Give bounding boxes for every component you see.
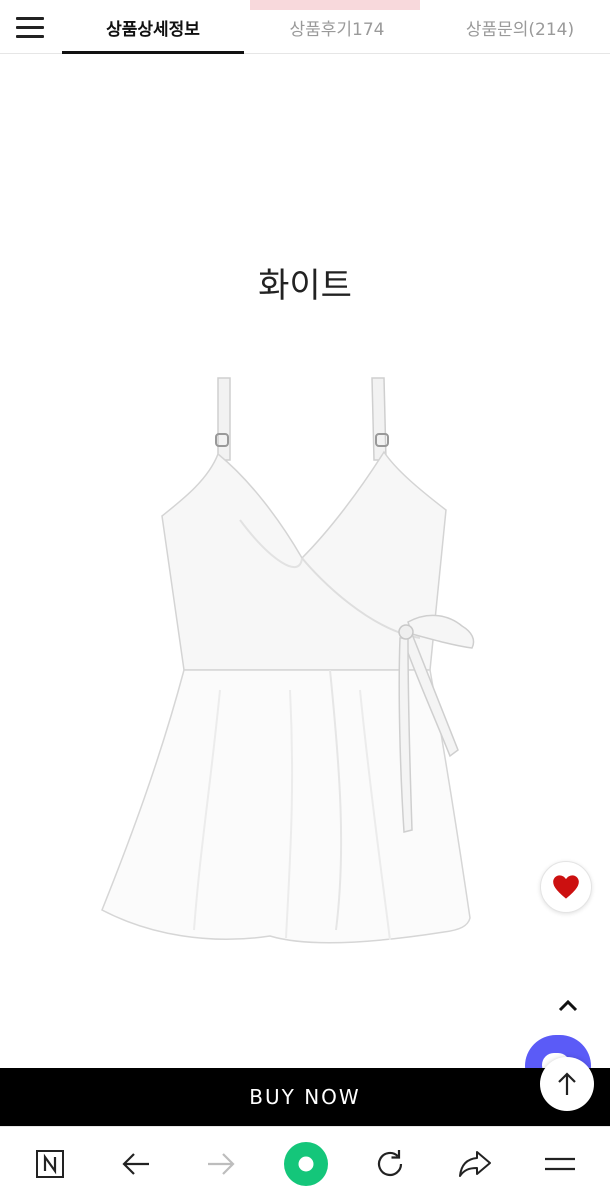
arrow-right-icon: [208, 1153, 235, 1175]
heart-icon: [553, 875, 579, 899]
naver-home-button[interactable]: [27, 1141, 73, 1187]
reload-button[interactable]: [367, 1141, 413, 1187]
arrow-left-icon: [122, 1153, 149, 1175]
reload-icon: [377, 1150, 403, 1177]
tab-label: 상품문의(214): [465, 19, 575, 40]
product-image: [90, 370, 490, 950]
arrow-up-icon: [558, 1072, 576, 1095]
tab-questions[interactable]: 상품문의(214): [440, 0, 600, 54]
back-button[interactable]: [113, 1141, 159, 1187]
green-dot-icon: [284, 1142, 328, 1186]
browser-toolbar: [0, 1126, 610, 1200]
green-menu-button[interactable]: [283, 1141, 329, 1187]
back-to-top-button[interactable]: [540, 1057, 594, 1111]
forward-button[interactable]: [198, 1141, 244, 1187]
tab-label: 상품후기174: [289, 19, 385, 40]
tab-label: 상품상세정보: [106, 19, 200, 40]
tab-product-detail[interactable]: 상품상세정보: [62, 0, 244, 54]
color-option-title: 화이트: [258, 266, 352, 306]
menu-icon: [545, 1157, 575, 1171]
scroll-up-button[interactable]: [548, 990, 588, 1022]
tab-reviews[interactable]: 상품후기174: [262, 0, 412, 54]
share-button[interactable]: [452, 1141, 498, 1187]
buy-now-button[interactable]: BUY NOW: [0, 1068, 610, 1126]
tab-bar: 상품상세정보 상품후기174 상품문의(214): [0, 0, 610, 54]
chevron-up-icon: [558, 999, 578, 1012]
browser-menu-button[interactable]: [537, 1141, 583, 1187]
naver-n-icon: [36, 1150, 64, 1178]
share-icon: [459, 1151, 491, 1177]
wishlist-button[interactable]: [540, 861, 592, 913]
hamburger-icon[interactable]: [12, 12, 48, 42]
buy-now-label: BUY NOW: [249, 1085, 361, 1109]
